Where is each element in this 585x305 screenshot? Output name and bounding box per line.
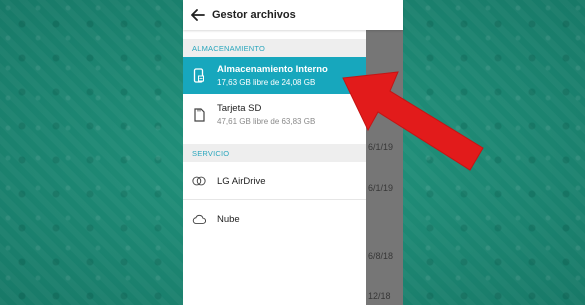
annotation-arrow	[342, 71, 484, 171]
